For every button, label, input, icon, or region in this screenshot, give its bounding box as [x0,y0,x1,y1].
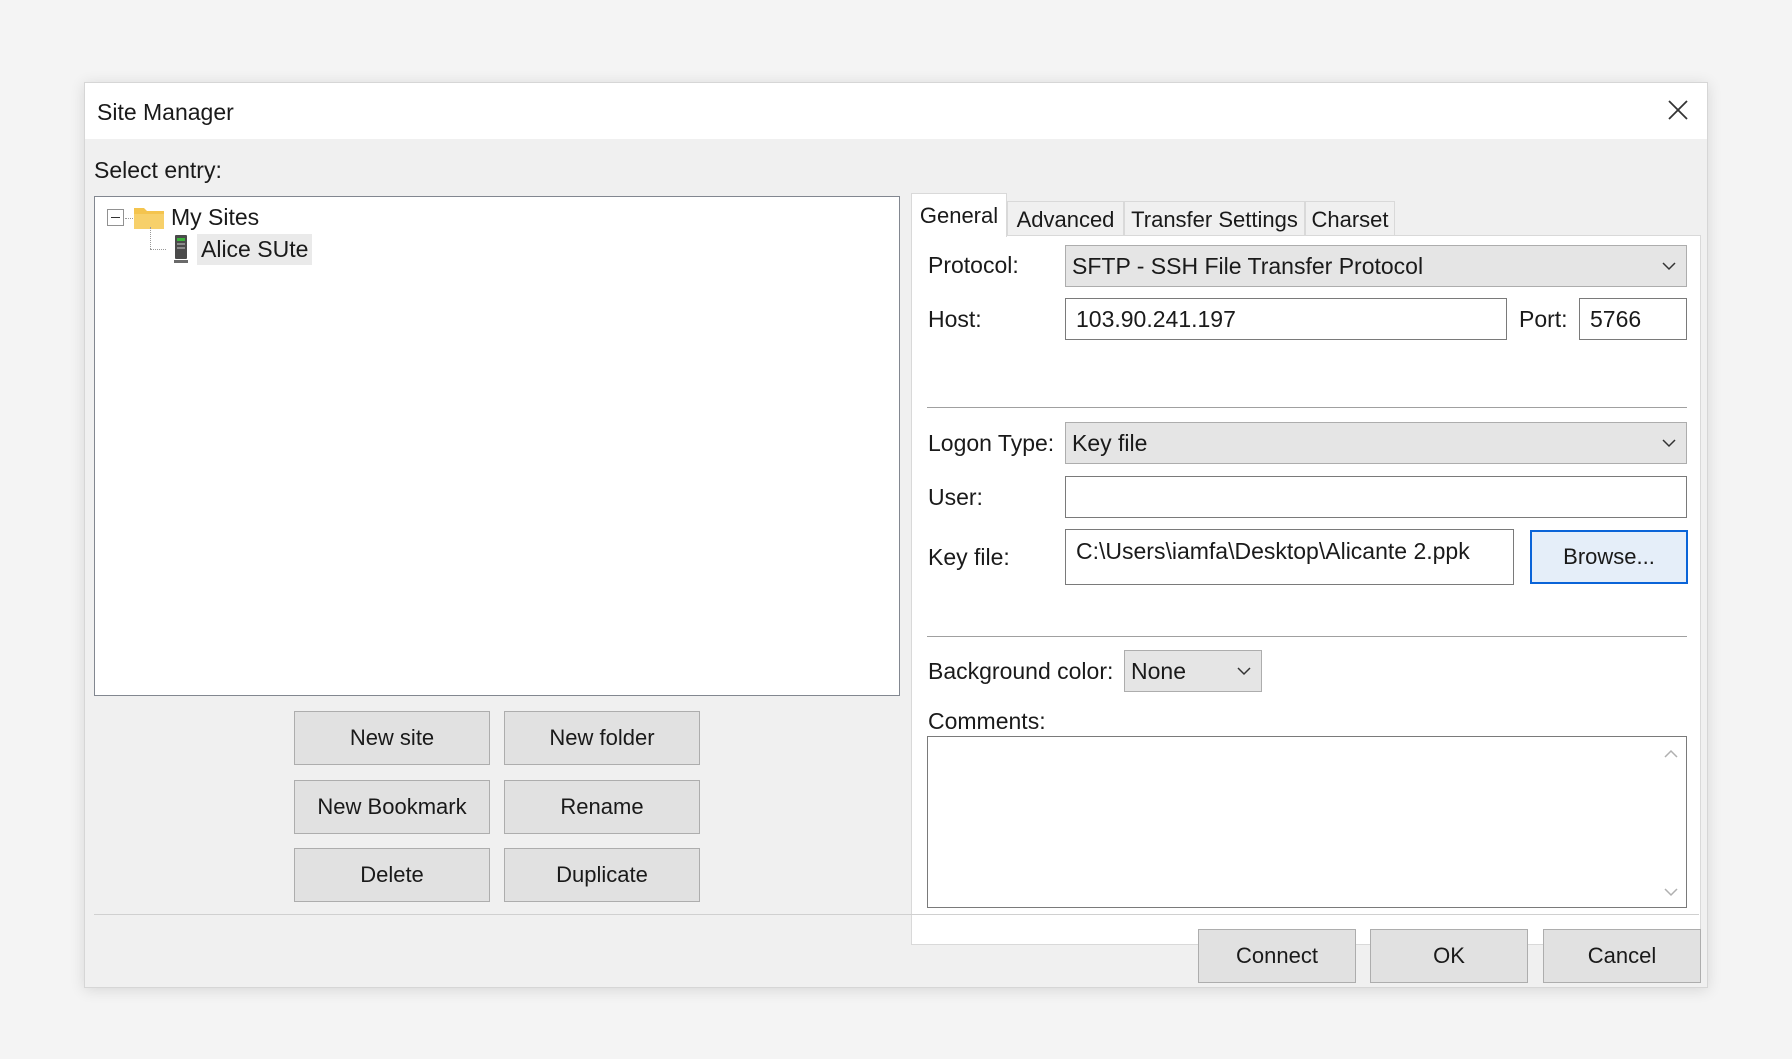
host-label: Host: [928,306,982,332]
chevron-down-icon [1662,262,1676,271]
new-folder-button[interactable]: New folder [504,711,700,765]
window-title: Site Manager [97,99,234,125]
site-tree[interactable]: My Sites Alice SUte [94,196,900,696]
collapse-icon[interactable] [107,209,124,226]
background-color-select[interactable]: None [1124,650,1262,692]
cancel-button[interactable]: Cancel [1543,929,1701,983]
separator [927,636,1687,637]
user-input[interactable] [1065,476,1687,518]
user-label: User: [928,484,983,510]
port-label: Port: [1519,306,1568,332]
tab-transfer-settings[interactable]: Transfer Settings [1124,201,1305,237]
tab-general[interactable]: General [911,193,1007,237]
scroll-down-icon[interactable] [1664,887,1678,897]
comments-textarea[interactable] [927,736,1687,908]
footer-separator [94,914,1699,915]
scroll-up-icon[interactable] [1664,749,1678,759]
logon-type-select[interactable]: Key file [1065,422,1687,464]
chevron-down-icon [1237,667,1251,676]
tree-item-site[interactable]: Alice SUte [173,232,313,266]
protocol-value: SFTP - SSH File Transfer Protocol [1072,252,1424,279]
browse-button[interactable]: Browse... [1530,530,1688,584]
delete-button[interactable]: Delete [294,848,490,902]
tree-connector [150,227,151,249]
tree-item-label: My Sites [171,203,260,230]
rename-button[interactable]: Rename [504,780,700,834]
tab-charset[interactable]: Charset [1305,201,1395,237]
ok-button[interactable]: OK [1370,929,1528,983]
key-file-label: Key file: [928,544,1010,570]
new-site-button[interactable]: New site [294,711,490,765]
select-entry-label: Select entry: [94,157,222,183]
key-file-input[interactable]: C:\Users\iamfa\Desktop\Alicante 2.ppk [1065,529,1514,585]
settings-panel: General Advanced Transfer Settings Chars… [911,193,1701,983]
separator [927,407,1687,408]
comments-label: Comments: [928,708,1046,734]
background-color-label: Background color: [928,658,1114,684]
protocol-select[interactable]: SFTP - SSH File Transfer Protocol [1065,245,1687,287]
site-manager-window: Site Manager Select entry: My Sites Alic… [84,82,1708,988]
general-tab-content: Protocol: SFTP - SSH File Transfer Proto… [911,235,1701,945]
host-input[interactable]: 103.90.241.197 [1065,298,1507,340]
background-color-value: None [1131,657,1186,684]
server-icon [174,235,188,263]
close-icon [1668,100,1688,120]
duplicate-button[interactable]: Duplicate [504,848,700,902]
chevron-down-icon [1662,439,1676,448]
logon-type-value: Key file [1072,429,1148,456]
tab-strip: General Advanced Transfer Settings Chars… [911,193,1701,237]
protocol-label: Protocol: [928,252,1019,278]
folder-icon [134,208,164,229]
tree-item-label: Alice SUte [197,233,313,265]
new-bookmark-button[interactable]: New Bookmark [294,780,490,834]
logon-type-label: Logon Type: [928,430,1055,456]
connect-button[interactable]: Connect [1198,929,1356,983]
tab-advanced[interactable]: Advanced [1007,201,1124,237]
port-input[interactable]: 5766 [1579,298,1687,340]
tree-connector [150,249,166,250]
close-button[interactable] [1663,95,1693,125]
tree-item-my-sites[interactable]: My Sites [133,200,259,234]
title-bar: Site Manager [85,83,1707,139]
